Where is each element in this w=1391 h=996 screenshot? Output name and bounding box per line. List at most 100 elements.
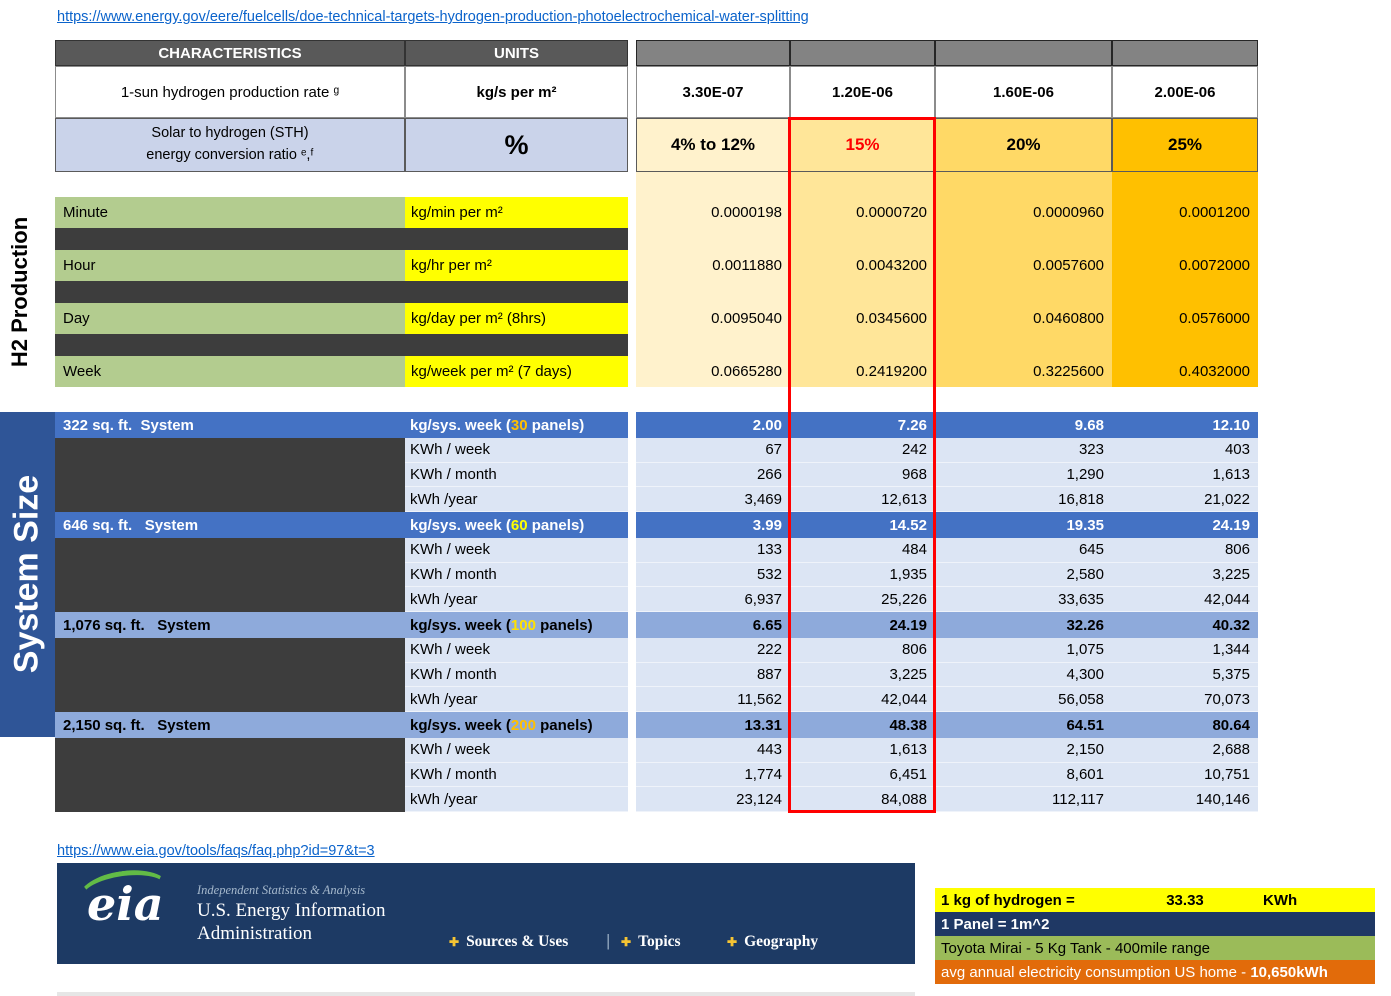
gap-cell [628, 712, 636, 738]
nav-geography[interactable]: ✚ Geography [727, 933, 818, 951]
value-cell: 0.4032000 [1179, 363, 1250, 380]
sth-value: 4% to 12% [636, 118, 790, 172]
characteristics-header: CHARACTERISTICS [55, 40, 405, 66]
table-row: kWh /year 3,469 12,613 16,818 21,022 [55, 487, 1258, 513]
value-cell: 70,073 [1112, 687, 1258, 713]
gap-cell [628, 487, 636, 513]
info-avg-consumption: avg annual electricity consumption US ho… [935, 960, 1375, 984]
value-cell: 16,818 [935, 487, 1112, 513]
gap-cell [628, 412, 636, 438]
value-cell: 266 [636, 462, 790, 488]
row-label: kWh /year [405, 487, 628, 513]
value-cell: 645 [935, 538, 1112, 563]
sth-value-highlighted: 15% [790, 118, 935, 172]
value-cell: 19.35 [935, 512, 1112, 538]
nav-sources-uses[interactable]: ✚ Sources & Uses [449, 933, 568, 951]
value-cell: 1,935 [790, 562, 935, 588]
table-row: KWh / month 887 3,225 4,300 5,375 [55, 662, 1258, 688]
h2-row-unit: kg/min per m² [405, 197, 628, 228]
value-cell: 484 [790, 538, 935, 563]
units-header: UNITS [405, 40, 628, 66]
value-cell: 4,300 [935, 662, 1112, 688]
table-row: kWh /year 6,937 25,226 33,635 42,044 [55, 587, 1258, 613]
h2-production-section-label: H2 Production [7, 216, 32, 368]
system-week-unit: kg/sys. week (60 panels) [405, 512, 628, 538]
panel-count: 100 [510, 616, 536, 634]
row-label: KWh / month [405, 562, 628, 588]
sth-label: Solar to hydrogen (STH) energy conversio… [55, 118, 405, 172]
value-cell: 0.0000960 [1033, 204, 1104, 221]
table-row: KWh / month 532 1,935 2,580 3,225 [55, 562, 1258, 588]
spacer-cell [55, 762, 405, 788]
value-cell: 532 [636, 562, 790, 588]
h2-row-label: Minute [55, 197, 405, 228]
sth-value: 20% [935, 118, 1112, 172]
value-cell: 2,580 [935, 562, 1112, 588]
value-cell: 11,562 [636, 687, 790, 713]
table-row: KWh / week 67 242 323 403 [55, 438, 1258, 463]
info-value: 33.33 [1166, 891, 1204, 909]
value-cell: 140,146 [1112, 787, 1258, 813]
unit-text: panels) [535, 616, 593, 634]
system-block-2150: 2,150 sq. ft. System kg/sys. week (200 p… [55, 712, 1258, 813]
value-cell: 64.51 [935, 712, 1112, 738]
table-row: kWh /year 11,562 42,044 56,058 70,073 [55, 687, 1258, 713]
value-cell: 24.19 [790, 612, 935, 638]
value-cell: 33,635 [935, 587, 1112, 613]
value-cell: 1,290 [935, 462, 1112, 488]
plus-icon: ✚ [449, 935, 460, 949]
value-cell: 0.0000720 [856, 204, 927, 221]
unit-text: panels) [535, 716, 593, 734]
spacer-cell [55, 487, 405, 513]
unit-text: panels) [527, 516, 585, 534]
h2-row-label: Hour [55, 250, 405, 281]
gap-cell [628, 538, 636, 563]
value-cell: 10,751 [1112, 762, 1258, 788]
value-cell: 7.26 [790, 412, 935, 438]
gap-cell [628, 787, 636, 813]
system-size-section-label: System Size [7, 474, 46, 674]
row-label: kWh /year [405, 687, 628, 713]
value-cell: 25,226 [790, 587, 935, 613]
spacer-cell [55, 562, 405, 588]
h2-row-label: Day [55, 303, 405, 334]
value-cell: 133 [636, 538, 790, 563]
value-cell: 13.31 [636, 712, 790, 738]
row-label: KWh / month [405, 462, 628, 488]
spacer-cell [55, 787, 405, 813]
nav-label: Sources & Uses [466, 933, 569, 950]
nav-separator: | [606, 931, 611, 950]
value-cell: 1,075 [935, 638, 1112, 663]
value-cell: 21,022 [1112, 487, 1258, 513]
panel-count: 60 [510, 516, 528, 534]
value-cell: 56,058 [935, 687, 1112, 713]
value-cell: 3,469 [636, 487, 790, 513]
table-row: KWh / month 266 968 1,290 1,613 [55, 462, 1258, 488]
eia-logo[interactable]: eia [87, 879, 164, 930]
table-row: kWh /year 23,124 84,088 112,117 140,146 [55, 787, 1258, 813]
unit-text: kg/sys. week ( [410, 716, 511, 734]
gap-cell [628, 438, 636, 463]
production-rate-value: 3.30E-07 [636, 66, 790, 118]
spacer-row [55, 334, 628, 356]
system-block-646: 646 sq. ft. System kg/sys. week (60 pane… [55, 512, 1258, 613]
column-header-cell [935, 40, 1112, 66]
doe-targets-link[interactable]: https://www.energy.gov/eere/fuelcells/do… [57, 9, 809, 25]
value-cell: 3,225 [790, 662, 935, 688]
value-cell: 24.19 [1112, 512, 1258, 538]
value-cell: 0.0095040 [711, 310, 782, 327]
sth-label-line2: energy conversion ratio ᵉ,ᶠ [146, 147, 314, 163]
h2-row-unit: kg/day per m² (8hrs) [405, 303, 628, 334]
plus-icon: ✚ [621, 935, 632, 949]
value-cell: 3.99 [636, 512, 790, 538]
value-cell: 403 [1112, 438, 1258, 463]
spacer-cell [55, 538, 405, 563]
spacer-cell [55, 738, 405, 763]
value-cell: 67 [636, 438, 790, 463]
nav-topics[interactable]: ✚ Topics [621, 933, 681, 951]
eia-faq-link[interactable]: https://www.eia.gov/tools/faqs/faq.php?i… [57, 843, 375, 859]
value-cell: 0.0057600 [1033, 257, 1104, 274]
value-cell: 1,774 [636, 762, 790, 788]
panel-count: 200 [510, 716, 536, 734]
row-label: KWh / week [405, 438, 628, 463]
